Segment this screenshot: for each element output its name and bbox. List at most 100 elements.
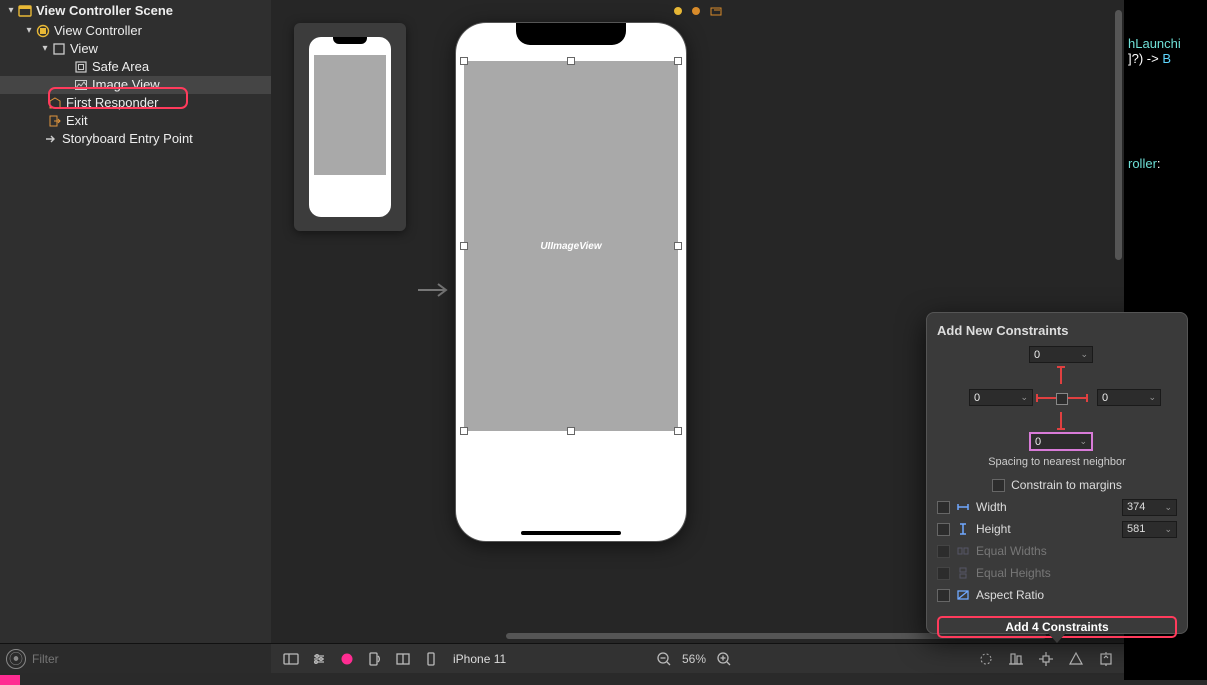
- resize-handle[interactable]: [460, 242, 468, 250]
- height-field[interactable]: 581⌄: [1122, 521, 1177, 538]
- popover-tail: [1048, 633, 1066, 643]
- pin-bottom-field[interactable]: 0⌄: [1029, 432, 1093, 451]
- resize-handle[interactable]: [567, 427, 575, 435]
- view-icon: [52, 42, 66, 56]
- home-indicator: [521, 531, 621, 535]
- update-frames-icon[interactable]: [978, 651, 994, 667]
- height-label: Height: [976, 522, 1011, 536]
- pin-left-field[interactable]: 0⌄: [969, 389, 1033, 406]
- resize-handle[interactable]: [674, 57, 682, 65]
- align-icon[interactable]: [1008, 651, 1024, 667]
- aspect-ratio-checkbox[interactable]: [937, 589, 950, 602]
- width-field[interactable]: 374 ⌄: [1122, 499, 1177, 516]
- dock-dot[interactable]: [692, 7, 700, 15]
- dropdown-icon[interactable]: ⌄: [1020, 392, 1028, 403]
- width-icon: [956, 500, 970, 514]
- pin-diagram: 0⌄ 0⌄ 0⌄ 0⌄: [937, 346, 1177, 452]
- thumbnail-imageview: [314, 55, 386, 175]
- resize-handle[interactable]: [567, 57, 575, 65]
- resize-handle[interactable]: [674, 427, 682, 435]
- filter-input[interactable]: [32, 652, 271, 666]
- device-icon[interactable]: [423, 651, 439, 667]
- outline-scene-row[interactable]: ▾ View Controller Scene: [0, 0, 271, 22]
- outline-label: Storyboard Entry Point: [62, 130, 193, 148]
- outline-row-first-responder[interactable]: First Responder: [0, 94, 271, 112]
- equal-heights-icon: [956, 566, 970, 580]
- height-checkbox[interactable]: [937, 523, 950, 536]
- dropdown-icon[interactable]: ⌄: [1164, 524, 1172, 535]
- pin-value: 0: [1034, 349, 1040, 361]
- pin-strut-top[interactable]: [1060, 366, 1062, 384]
- vertical-scrollbar[interactable]: [1115, 10, 1122, 260]
- popover-title: Add New Constraints: [937, 323, 1177, 338]
- outline-row-safe-area[interactable]: Safe Area: [0, 58, 271, 76]
- exit-icon: [48, 114, 62, 128]
- device-label[interactable]: iPhone 11: [453, 652, 506, 666]
- viewcontroller-icon: [36, 24, 50, 38]
- entry-icon: [44, 132, 58, 146]
- scene-dock[interactable]: [674, 5, 722, 17]
- pin-strut-bottom[interactable]: [1060, 412, 1062, 430]
- pin-value: 0: [1035, 436, 1041, 448]
- resize-handle[interactable]: [460, 427, 468, 435]
- panel-toggle-icon[interactable]: [283, 651, 299, 667]
- outline-filter-bar: ⦿: [0, 643, 271, 673]
- pin-right-field[interactable]: 0⌄: [1097, 389, 1161, 406]
- thumbnail-panel[interactable]: [294, 23, 406, 231]
- orientation-icon[interactable]: [367, 651, 383, 667]
- constrain-margins-label: Constrain to margins: [1011, 478, 1122, 492]
- width-value: 374: [1127, 501, 1145, 513]
- resize-handle[interactable]: [674, 242, 682, 250]
- pin-center-box: [1056, 393, 1068, 405]
- code-token: B: [1162, 51, 1171, 66]
- document-outline: ▾ View Controller Scene ▾ View Controlle…: [0, 0, 271, 643]
- dropdown-icon[interactable]: ⌄: [1079, 436, 1087, 447]
- filter-scope-button[interactable]: ⦿: [6, 649, 26, 669]
- dropdown-icon[interactable]: ⌄: [1080, 349, 1088, 360]
- device-preview[interactable]: UIImageView: [456, 23, 686, 541]
- adjust-icon[interactable]: [311, 651, 327, 667]
- outline-label: Exit: [66, 112, 88, 130]
- outline-row-exit[interactable]: Exit: [0, 112, 271, 130]
- entry-arrow-icon: [416, 280, 456, 300]
- height-icon: [956, 522, 970, 536]
- dock-icon[interactable]: [710, 5, 722, 17]
- code-token: roller: [1128, 156, 1157, 171]
- disclosure-icon[interactable]: ▾: [40, 40, 50, 58]
- resize-handle[interactable]: [460, 57, 468, 65]
- zoom-out-icon[interactable]: [656, 651, 672, 667]
- outline-row-entry-point[interactable]: Storyboard Entry Point: [0, 130, 271, 148]
- embed-icon[interactable]: [1098, 651, 1114, 667]
- aspect-ratio-label: Aspect Ratio: [976, 588, 1044, 602]
- pin-value: 0: [974, 392, 980, 404]
- outline-row-image-view[interactable]: Image View: [0, 76, 271, 94]
- width-label: Width: [976, 500, 1007, 514]
- pin-top-field[interactable]: 0⌄: [1029, 346, 1093, 363]
- outline-label: View Controller: [54, 22, 142, 40]
- add-constraints-label: Add 4 Constraints: [1005, 620, 1108, 634]
- aspect-ratio-icon: [956, 588, 970, 602]
- dropdown-icon[interactable]: ⌄: [1164, 502, 1172, 513]
- uiimageview-canvas[interactable]: UIImageView: [464, 61, 678, 431]
- outline-row-view[interactable]: ▾ View: [0, 40, 271, 58]
- zoom-value[interactable]: 56%: [682, 652, 706, 666]
- disclosure-icon[interactable]: ▾: [24, 22, 34, 40]
- pin-icon[interactable]: [1038, 651, 1054, 667]
- dropdown-icon[interactable]: ⌄: [1148, 392, 1156, 403]
- disclosure-icon[interactable]: ▾: [6, 2, 16, 20]
- pin-strut-right[interactable]: [1068, 397, 1088, 399]
- resolve-icon[interactable]: [1068, 651, 1084, 667]
- canvas-toolbar: iPhone 11 56%: [271, 643, 1124, 673]
- pin-strut-left[interactable]: [1036, 397, 1056, 399]
- thumbnail-device: [309, 37, 391, 217]
- imageview-label: UIImageView: [540, 241, 601, 252]
- constrain-margins-checkbox[interactable]: [992, 479, 1005, 492]
- dock-dot[interactable]: [674, 7, 682, 15]
- layout-icon[interactable]: [395, 651, 411, 667]
- zoom-in-icon[interactable]: [716, 651, 732, 667]
- device-notch: [516, 23, 626, 45]
- width-checkbox[interactable]: [937, 501, 950, 514]
- appearance-icon[interactable]: [339, 651, 355, 667]
- outline-row-view-controller[interactable]: ▾ View Controller: [0, 22, 271, 40]
- outline-label: View Controller Scene: [36, 2, 173, 20]
